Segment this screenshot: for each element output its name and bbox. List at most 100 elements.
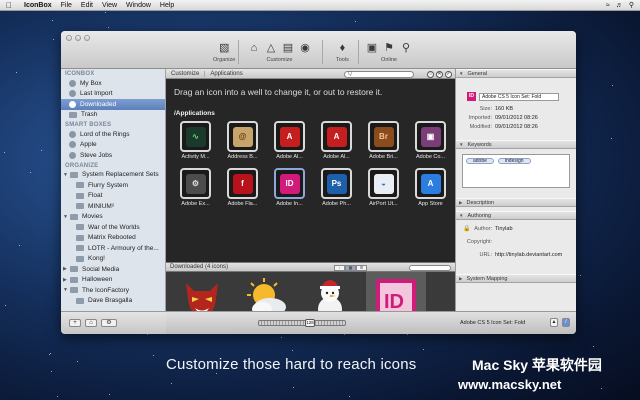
icon-well-frame[interactable]: A: [321, 121, 352, 152]
downloads-search-input[interactable]: [409, 264, 451, 271]
keywords-field[interactable]: adobe indesign: [462, 154, 570, 188]
keyword-token[interactable]: indesign: [497, 158, 531, 164]
edit-button[interactable]: /: [562, 318, 570, 327]
icon-well[interactable]: ⚙ Adobe Ex...: [172, 168, 219, 207]
sidebar-item[interactable]: Dave Brasgalla: [61, 296, 165, 307]
window-icon[interactable]: ▤: [282, 42, 294, 54]
close-window-button[interactable]: [66, 35, 72, 41]
gear-menu-button[interactable]: ⚙: [101, 319, 117, 327]
menu-file[interactable]: File: [61, 2, 72, 9]
zoom-window-button[interactable]: [84, 35, 90, 41]
magnifier-icon[interactable]: ⚲: [400, 42, 412, 54]
icon-well-frame[interactable]: A: [274, 121, 305, 152]
apply-button[interactable]: ✓: [445, 70, 452, 78]
icon-well-frame[interactable]: f: [227, 168, 258, 199]
sidebar-item[interactable]: Flurry System: [61, 180, 165, 191]
icon-well[interactable]: A App Store: [407, 168, 454, 207]
icon-well[interactable]: Ps Adobe Ph...: [313, 168, 360, 207]
sidebar-item[interactable]: Kong!: [61, 254, 165, 265]
sidebar-item[interactable]: Matrix Rebooted: [61, 233, 165, 244]
url-value[interactable]: http://tinylab.deviantart.com: [495, 252, 562, 258]
icon-well-frame[interactable]: Br: [368, 121, 399, 152]
indesign-icon[interactable]: ID: [366, 272, 426, 311]
pencil-icon[interactable]: △: [265, 42, 277, 54]
icon-well[interactable]: @ Address B...: [219, 121, 266, 160]
view-small-button[interactable]: ▫: [334, 264, 345, 271]
icon-well-frame[interactable]: ∿: [180, 121, 211, 152]
sun-cloud-icon[interactable]: [236, 272, 296, 311]
icon-well-frame[interactable]: @: [227, 121, 258, 152]
sidebar-item[interactable]: ▼ Movies: [61, 212, 165, 223]
breadcrumb-applications[interactable]: Applications: [204, 70, 247, 77]
menu-edit[interactable]: Edit: [81, 2, 93, 9]
sidebar-item[interactable]: Steve Jobs: [61, 150, 165, 161]
wifi-icon[interactable]: ≈: [606, 2, 610, 9]
section-keywords[interactable]: ▼ Keywords: [456, 140, 576, 149]
icon-well[interactable]: A Adobe Al...: [313, 121, 360, 160]
house-icon[interactable]: ⌂: [248, 42, 260, 54]
menu-view[interactable]: View: [102, 2, 117, 9]
sidebar-item[interactable]: My Box: [61, 78, 165, 89]
icon-well[interactable]: A Adobe Al...: [266, 121, 313, 160]
import-button[interactable]: ⌂: [85, 319, 97, 327]
search-input[interactable]: Q: [344, 70, 414, 78]
sidebar-item[interactable]: Float: [61, 191, 165, 202]
snowman-icon[interactable]: [300, 272, 360, 311]
sidebar-item[interactable]: Downloaded: [61, 99, 165, 110]
sidebar-item[interactable]: LOTR - Armoury of the...: [61, 243, 165, 254]
zoom-slider[interactable]: 128: [258, 319, 346, 327]
devil-mask-icon[interactable]: [172, 272, 232, 311]
drive-icon[interactable]: ▧: [218, 42, 230, 54]
sidebar-item[interactable]: Lord of the Rings: [61, 129, 165, 140]
icon-well[interactable]: ◒ AirPort Ut...: [360, 168, 407, 207]
menu-help[interactable]: Help: [160, 2, 174, 9]
icon-well[interactable]: ID Adobe In...: [266, 168, 313, 207]
icon-well-frame[interactable]: Ps: [321, 168, 352, 199]
disclosure-open-icon[interactable]: ▼: [63, 214, 69, 220]
search-icon[interactable]: ⚲: [629, 1, 634, 9]
sidebar-item[interactable]: ▼ System Replacement Sets: [61, 170, 165, 181]
icon-well[interactable]: ▣ Adobe Co...: [407, 121, 454, 160]
breadcrumb-customize[interactable]: Customize: [166, 71, 204, 77]
refresh-button[interactable]: ○: [427, 70, 434, 78]
disclosure-open-icon[interactable]: ▼: [63, 287, 69, 293]
icon-well[interactable]: ∿ Activity M...: [172, 121, 219, 160]
menu-window[interactable]: Window: [126, 2, 151, 9]
icon-well[interactable]: f Adobe Fla...: [219, 168, 266, 207]
minimize-window-button[interactable]: [75, 35, 81, 41]
add-button[interactable]: +: [69, 319, 81, 327]
icon-well-frame[interactable]: ▣: [415, 121, 446, 152]
sidebar-item[interactable]: ▼ The IconFactory: [61, 285, 165, 296]
disclosure-open-icon[interactable]: ▼: [63, 172, 69, 178]
view-list-button[interactable]: ☰: [356, 264, 367, 271]
zoom-slider-knob[interactable]: 128: [305, 319, 315, 327]
view-grid-button[interactable]: ▦: [345, 264, 356, 271]
sidebar-item[interactable]: Trash: [61, 110, 165, 121]
sidebar-item[interactable]: MINIUM²: [61, 201, 165, 212]
section-mapping[interactable]: ▶ System Mapping: [456, 274, 576, 283]
menu-app[interactable]: IconBox: [24, 2, 52, 9]
icon-well-frame[interactable]: ID: [274, 168, 305, 199]
sidebar-item[interactable]: War of the Worlds: [61, 222, 165, 233]
globe-icon[interactable]: ◉: [299, 42, 311, 54]
section-general[interactable]: ▼ General: [456, 69, 576, 78]
icon-well-frame[interactable]: ⚙: [180, 168, 211, 199]
icon-well-frame[interactable]: A: [415, 168, 446, 199]
remove-button[interactable]: ✕: [436, 70, 443, 78]
reveal-button[interactable]: ▲: [550, 318, 558, 327]
icon-well-frame[interactable]: ◒: [368, 168, 399, 199]
bookmark-icon[interactable]: ⚑: [383, 42, 395, 54]
keyword-token[interactable]: adobe: [466, 158, 494, 164]
sidebar-item[interactable]: Apple: [61, 140, 165, 151]
sidebar-item[interactable]: Last Import: [61, 89, 165, 100]
icon-well[interactable]: Br Adobe Bri...: [360, 121, 407, 160]
camera-icon[interactable]: ▣: [366, 42, 378, 54]
sidebar-item[interactable]: ▶ Halloween: [61, 275, 165, 286]
compass-icon[interactable]: ♦: [336, 42, 348, 54]
sidebar-item[interactable]: ▶ Social Media: [61, 264, 165, 275]
volume-icon[interactable]: ♬: [616, 2, 623, 9]
apple-icon[interactable]: : [6, 1, 16, 10]
icon-name-field[interactable]: Adobe CS 5 Icon Set: Fold: [479, 93, 559, 101]
disclosure-closed-icon[interactable]: ▶: [63, 266, 69, 272]
section-authoring[interactable]: ▼ Authoring: [456, 211, 576, 220]
